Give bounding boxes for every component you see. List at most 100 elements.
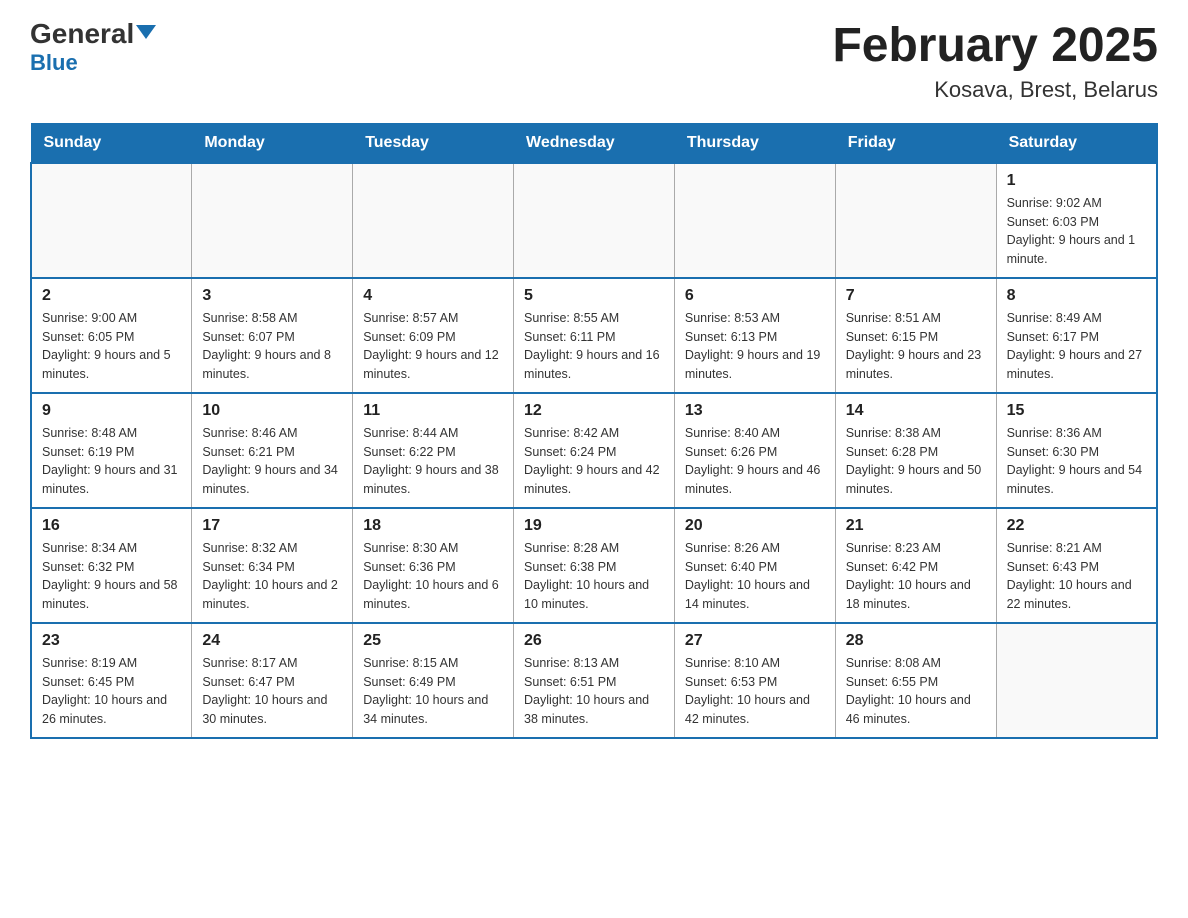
- day-info: Sunrise: 8:34 AM Sunset: 6:32 PM Dayligh…: [42, 539, 181, 614]
- weekday-header: Tuesday: [353, 123, 514, 163]
- day-info: Sunrise: 8:46 AM Sunset: 6:21 PM Dayligh…: [202, 424, 342, 499]
- weekday-header: Sunday: [31, 123, 192, 163]
- calendar-cell: 5 Sunrise: 8:55 AM Sunset: 6:11 PM Daylig…: [514, 278, 675, 393]
- day-info: Sunrise: 8:36 AM Sunset: 6:30 PM Dayligh…: [1007, 424, 1146, 499]
- calendar-cell: 4Sunrise: 8:57 AM Sunset: 6:09 PM Daylig…: [353, 278, 514, 393]
- calendar-week-row: 23 Sunrise: 8:19 AM Sunset: 6:45 PM Dayli…: [31, 623, 1157, 738]
- calendar-cell: 26 Sunrise: 8:13 AM Sunset: 6:51 PM Dayli…: [514, 623, 675, 738]
- day-info: Sunrise: 8:38 AM Sunset: 6:28 PM Dayligh…: [846, 424, 986, 499]
- day-info: Sunrise: 8:40 AM Sunset: 6:26 PM Dayligh…: [685, 424, 825, 499]
- day-number: 13: [685, 402, 825, 420]
- day-info: Sunrise: 8:08 AM Sunset: 6:55 PM Dayligh…: [846, 654, 986, 729]
- day-number: 27: [685, 632, 825, 650]
- calendar-cell: 21 Sunrise: 8:23 AM Sunset: 6:42 PM Dayli…: [835, 508, 996, 623]
- day-info: Sunrise: 8:30 AM Sunset: 6:36 PM Dayligh…: [363, 539, 503, 614]
- calendar-cell: [835, 163, 996, 278]
- weekday-header: Saturday: [996, 123, 1157, 163]
- calendar-cell: 10 Sunrise: 8:46 AM Sunset: 6:21 PM Dayli…: [192, 393, 353, 508]
- day-info: Sunrise: 8:26 AM Sunset: 6:40 PM Dayligh…: [685, 539, 825, 614]
- day-info: Sunrise: 8:58 AM Sunset: 6:07 PM Dayligh…: [202, 309, 342, 384]
- calendar-title: February 2025: [832, 20, 1158, 73]
- calendar-cell: 24Sunrise: 8:17 AM Sunset: 6:47 PM Dayli…: [192, 623, 353, 738]
- day-info: Sunrise: 8:10 AM Sunset: 6:53 PM Dayligh…: [685, 654, 825, 729]
- day-info: Sunrise: 8:48 AM Sunset: 6:19 PM Dayligh…: [42, 424, 181, 499]
- calendar-cell: 19Sunrise: 8:28 AM Sunset: 6:38 PM Dayli…: [514, 508, 675, 623]
- day-number: 12: [524, 402, 664, 420]
- day-info: Sunrise: 8:19 AM Sunset: 6:45 PM Dayligh…: [42, 654, 181, 729]
- day-number: 5: [524, 287, 664, 305]
- day-info: Sunrise: 8:44 AM Sunset: 6:22 PM Dayligh…: [363, 424, 503, 499]
- weekday-header: Thursday: [674, 123, 835, 163]
- day-number: 28: [846, 632, 986, 650]
- calendar-cell: 6 Sunrise: 8:53 AM Sunset: 6:13 PM Daylig…: [674, 278, 835, 393]
- calendar-cell: [353, 163, 514, 278]
- calendar-week-row: 16 Sunrise: 8:34 AM Sunset: 6:32 PM Dayli…: [31, 508, 1157, 623]
- day-number: 26: [524, 632, 664, 650]
- calendar-subtitle: Kosava, Brest, Belarus: [832, 77, 1158, 103]
- day-number: 10: [202, 402, 342, 420]
- calendar-cell: 27 Sunrise: 8:10 AM Sunset: 6:53 PM Dayli…: [674, 623, 835, 738]
- calendar-cell: [996, 623, 1157, 738]
- day-info: Sunrise: 8:17 AM Sunset: 6:47 PM Dayligh…: [202, 654, 342, 729]
- day-info: Sunrise: 9:02 AM Sunset: 6:03 PM Dayligh…: [1007, 194, 1146, 269]
- weekday-header: Wednesday: [514, 123, 675, 163]
- calendar-cell: [31, 163, 192, 278]
- day-number: 15: [1007, 402, 1146, 420]
- day-info: Sunrise: 8:57 AM Sunset: 6:09 PM Dayligh…: [363, 309, 503, 384]
- day-number: 16: [42, 517, 181, 535]
- day-info: Sunrise: 8:21 AM Sunset: 6:43 PM Dayligh…: [1007, 539, 1146, 614]
- day-info: Sunrise: 8:13 AM Sunset: 6:51 PM Dayligh…: [524, 654, 664, 729]
- day-number: 21: [846, 517, 986, 535]
- day-number: 9: [42, 402, 181, 420]
- weekday-header: Monday: [192, 123, 353, 163]
- calendar-cell: 3Sunrise: 8:58 AM Sunset: 6:07 PM Daylig…: [192, 278, 353, 393]
- calendar-cell: 9 Sunrise: 8:48 AM Sunset: 6:19 PM Daylig…: [31, 393, 192, 508]
- day-number: 2: [42, 287, 181, 305]
- day-info: Sunrise: 8:23 AM Sunset: 6:42 PM Dayligh…: [846, 539, 986, 614]
- page-header: General Blue February 2025 Kosava, Brest…: [30, 20, 1158, 103]
- calendar-cell: [192, 163, 353, 278]
- logo: General Blue: [30, 20, 156, 76]
- day-info: Sunrise: 8:15 AM Sunset: 6:49 PM Dayligh…: [363, 654, 503, 729]
- day-number: 8: [1007, 287, 1146, 305]
- day-number: 14: [846, 402, 986, 420]
- calendar-cell: 11Sunrise: 8:44 AM Sunset: 6:22 PM Dayli…: [353, 393, 514, 508]
- calendar-cell: 28 Sunrise: 8:08 AM Sunset: 6:55 PM Dayli…: [835, 623, 996, 738]
- day-info: Sunrise: 8:32 AM Sunset: 6:34 PM Dayligh…: [202, 539, 342, 614]
- day-info: Sunrise: 8:51 AM Sunset: 6:15 PM Dayligh…: [846, 309, 986, 384]
- calendar-week-row: 1 Sunrise: 9:02 AM Sunset: 6:03 PM Daylig…: [31, 163, 1157, 278]
- calendar-cell: 1 Sunrise: 9:02 AM Sunset: 6:03 PM Daylig…: [996, 163, 1157, 278]
- day-info: Sunrise: 8:42 AM Sunset: 6:24 PM Dayligh…: [524, 424, 664, 499]
- calendar-cell: 20 Sunrise: 8:26 AM Sunset: 6:40 PM Dayli…: [674, 508, 835, 623]
- day-info: Sunrise: 8:28 AM Sunset: 6:38 PM Dayligh…: [524, 539, 664, 614]
- day-number: 20: [685, 517, 825, 535]
- calendar-table: SundayMondayTuesdayWednesdayThursdayFrid…: [30, 123, 1158, 739]
- day-number: 23: [42, 632, 181, 650]
- logo-general: General: [30, 20, 134, 48]
- day-number: 18: [363, 517, 503, 535]
- calendar-cell: 2 Sunrise: 9:00 AM Sunset: 6:05 PM Daylig…: [31, 278, 192, 393]
- calendar-cell: 25 Sunrise: 8:15 AM Sunset: 6:49 PM Dayli…: [353, 623, 514, 738]
- weekday-header: Friday: [835, 123, 996, 163]
- calendar-cell: 8 Sunrise: 8:49 AM Sunset: 6:17 PM Daylig…: [996, 278, 1157, 393]
- calendar-cell: 22 Sunrise: 8:21 AM Sunset: 6:43 PM Dayli…: [996, 508, 1157, 623]
- calendar-cell: 13 Sunrise: 8:40 AM Sunset: 6:26 PM Dayli…: [674, 393, 835, 508]
- day-info: Sunrise: 9:00 AM Sunset: 6:05 PM Dayligh…: [42, 309, 181, 384]
- day-number: 22: [1007, 517, 1146, 535]
- logo-blue: Blue: [30, 50, 78, 76]
- calendar-cell: 18 Sunrise: 8:30 AM Sunset: 6:36 PM Dayli…: [353, 508, 514, 623]
- calendar-cell: 23 Sunrise: 8:19 AM Sunset: 6:45 PM Dayli…: [31, 623, 192, 738]
- day-number: 7: [846, 287, 986, 305]
- calendar-cell: [674, 163, 835, 278]
- day-number: 6: [685, 287, 825, 305]
- calendar-week-row: 2 Sunrise: 9:00 AM Sunset: 6:05 PM Daylig…: [31, 278, 1157, 393]
- calendar-cell: 7 Sunrise: 8:51 AM Sunset: 6:15 PM Daylig…: [835, 278, 996, 393]
- calendar-cell: 15 Sunrise: 8:36 AM Sunset: 6:30 PM Dayli…: [996, 393, 1157, 508]
- calendar-week-row: 9 Sunrise: 8:48 AM Sunset: 6:19 PM Daylig…: [31, 393, 1157, 508]
- day-info: Sunrise: 8:55 AM Sunset: 6:11 PM Dayligh…: [524, 309, 664, 384]
- day-number: 1: [1007, 172, 1146, 190]
- day-info: Sunrise: 8:53 AM Sunset: 6:13 PM Dayligh…: [685, 309, 825, 384]
- day-number: 25: [363, 632, 503, 650]
- calendar-cell: 17Sunrise: 8:32 AM Sunset: 6:34 PM Dayli…: [192, 508, 353, 623]
- day-info: Sunrise: 8:49 AM Sunset: 6:17 PM Dayligh…: [1007, 309, 1146, 384]
